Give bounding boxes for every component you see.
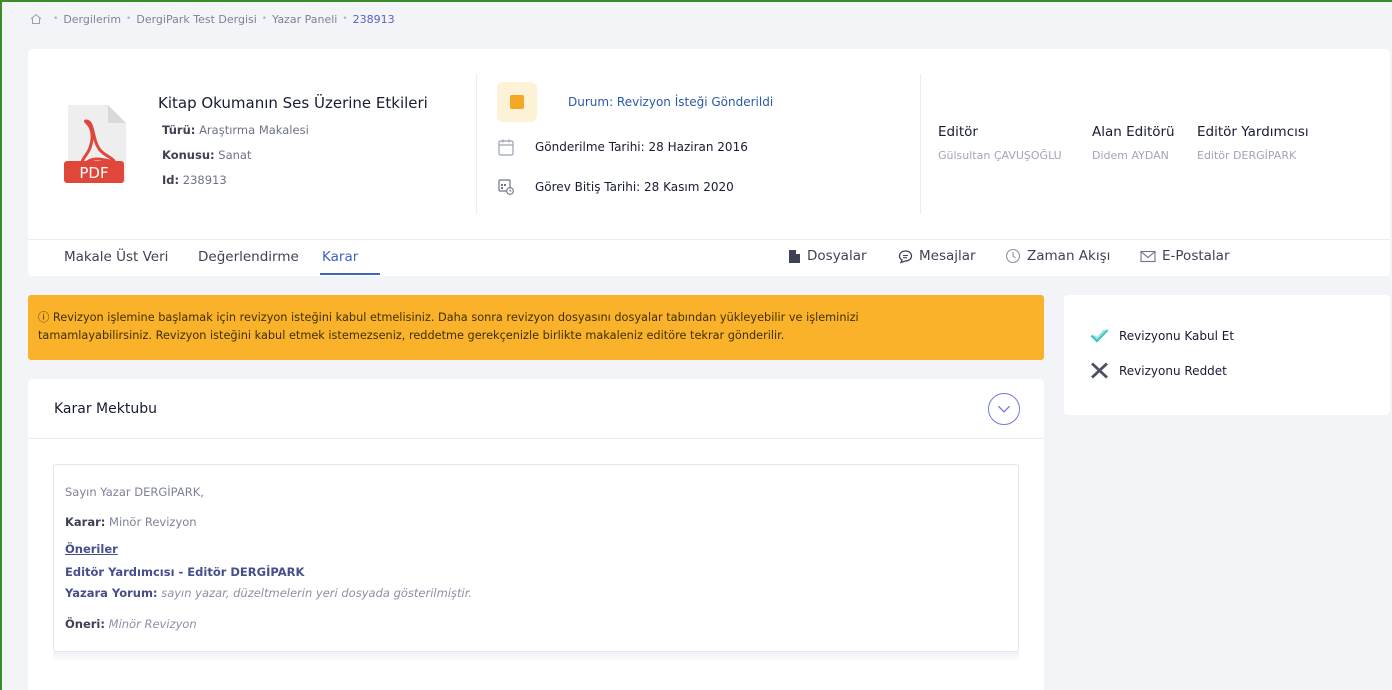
breadcrumb: • Dergilerim • DergiPark Test Dergisi • … <box>30 11 395 27</box>
suggestion-value: Minör Revizyon <box>108 617 197 631</box>
breadcrumb-separator: • <box>53 14 59 24</box>
tab-metadata[interactable]: Makale Üst Veri <box>64 249 168 265</box>
collapse-toggle-button[interactable] <box>988 393 1020 425</box>
breadcrumb-separator: • <box>342 14 348 24</box>
tabs-divider <box>28 239 1390 240</box>
revision-actions-card: Revizyonu Kabul Et Revizyonu Reddet <box>1064 295 1390 415</box>
author-comment-value: sayın yazar, düzeltmelerin yeri dosyada … <box>161 586 473 600</box>
breadcrumb-separator: • <box>261 14 268 24</box>
emails-link[interactable]: E-Postalar <box>1140 248 1230 264</box>
status-text: Durum: Revizyon İsteği Gönderildi <box>568 95 774 109</box>
reject-revision-label: Revizyonu Reddet <box>1119 363 1227 378</box>
alert-text-2: tamamlayabilirsiniz. Revizyon isteğini k… <box>38 329 785 342</box>
double-check-icon <box>1090 329 1109 343</box>
sent-date: Gönderilme Tarihi: 28 Haziran 2016 <box>535 140 748 154</box>
letter-divider <box>28 438 1044 439</box>
timeline-clock-icon <box>1005 248 1021 264</box>
article-type-label: Türü: <box>162 123 196 137</box>
reviewer-name: Editör Yardımcısı - Editör DERGİPARK <box>65 565 305 579</box>
article-id-label: Id: <box>162 173 180 187</box>
breadcrumb-item-journal[interactable]: DergiPark Test Dergisi <box>136 13 256 26</box>
home-icon[interactable] <box>30 13 42 25</box>
article-type: Türü: Araştırma Makalesi <box>162 123 309 137</box>
editor-label: Editör <box>938 124 978 140</box>
section-divider <box>920 74 921 214</box>
letter-greeting: Sayın Yazar DERGİPARK, <box>65 485 204 499</box>
alert-text-1: Revizyon işlemine başlamak için revizyon… <box>52 311 859 324</box>
files-link[interactable]: Dosyalar <box>788 248 867 264</box>
article-title: Kitap Okumanın Ses Üzerine Etkileri <box>158 94 428 112</box>
editor-value: Gülsultan ÇAVUŞOĞLU <box>938 149 1062 162</box>
letter-body: Sayın Yazar DERGİPARK, Karar: Minör Revi… <box>53 464 1019 652</box>
article-subject: Konusu: Sanat <box>162 148 251 162</box>
due-date: Görev Bitiş Tarihi: 28 Kasım 2020 <box>535 180 734 194</box>
emails-link-label: E-Postalar <box>1162 248 1230 264</box>
letter-decision: Karar: Minör Revizyon <box>65 515 197 529</box>
files-link-label: Dosyalar <box>807 248 867 264</box>
letter-shadow <box>53 652 1019 662</box>
decision-letter-title: Karar Mektubu <box>54 401 157 417</box>
tab-evaluation[interactable]: Değerlendirme <box>198 249 299 265</box>
tab-decision[interactable]: Karar <box>322 249 358 265</box>
area-editor-value: Didem AYDAN <box>1092 149 1169 162</box>
app-frame: • Dergilerim • DergiPark Test Dergisi • … <box>0 0 1392 690</box>
article-subject-label: Konusu: <box>162 148 215 162</box>
decision-value: Minör Revizyon <box>109 515 197 529</box>
calendar-icon <box>498 139 514 156</box>
article-summary-card: PDF Kitap Okumanın Ses Üzerine Etkileri … <box>28 49 1390 276</box>
accept-revision-label: Revizyonu Kabul Et <box>1119 328 1235 343</box>
article-id-value: 238913 <box>182 173 227 187</box>
assistant-editor-label: Editör Yardımcısı <box>1197 124 1309 140</box>
article-subject-value: Sanat <box>218 148 252 162</box>
reject-revision-button[interactable]: Revizyonu Reddet <box>1090 362 1227 379</box>
suggestion: Öneri: Minör Revizyon <box>65 617 197 631</box>
suggestions-heading[interactable]: Öneriler <box>65 542 118 556</box>
author-comment-label: Yazara Yorum: <box>65 586 158 600</box>
article-id: Id: 238913 <box>162 173 227 187</box>
calendar-clock-icon <box>498 179 514 195</box>
messages-link-label: Mesajlar <box>919 248 976 264</box>
timeline-link[interactable]: Zaman Akışı <box>1005 248 1110 264</box>
breadcrumb-item-author-panel[interactable]: Yazar Paneli <box>272 13 337 26</box>
info-icon: ⓘ <box>38 311 50 324</box>
assistant-editor-value: Editör DERGİPARK <box>1197 149 1297 162</box>
status-icon <box>497 82 537 122</box>
decision-letter-card: Karar Mektubu Sayın Yazar DERGİPARK, Kar… <box>28 379 1044 690</box>
article-type-value: Araştırma Makalesi <box>199 123 309 137</box>
breadcrumb-item-journals[interactable]: Dergilerim <box>63 13 121 26</box>
suggestion-label: Öneri: <box>65 617 105 631</box>
active-tab-indicator <box>320 273 380 275</box>
decision-label: Karar: <box>65 515 106 529</box>
accept-revision-button[interactable]: Revizyonu Kabul Et <box>1090 328 1234 343</box>
timeline-link-label: Zaman Akışı <box>1027 248 1111 264</box>
envelope-icon <box>1140 250 1156 262</box>
section-divider <box>476 74 477 214</box>
alert-line-1: ⓘ Revizyon işlemine başlamak için revizy… <box>38 309 1034 327</box>
messages-link[interactable]: Mesajlar <box>898 248 976 264</box>
pdf-badge-label: PDF <box>79 164 108 182</box>
chat-icon <box>898 249 913 264</box>
revision-alert: ⓘ Revizyon işlemine başlamak için revizy… <box>28 295 1044 360</box>
author-comment: Yazara Yorum: sayın yazar, düzeltmelerin… <box>65 586 472 600</box>
close-icon <box>1091 362 1108 379</box>
area-editor-label: Alan Editörü <box>1092 124 1175 140</box>
file-icon <box>789 249 800 263</box>
breadcrumb-current: 238913 <box>352 12 395 26</box>
breadcrumb-separator: • <box>126 14 132 24</box>
pdf-file-icon: PDF <box>64 105 126 183</box>
